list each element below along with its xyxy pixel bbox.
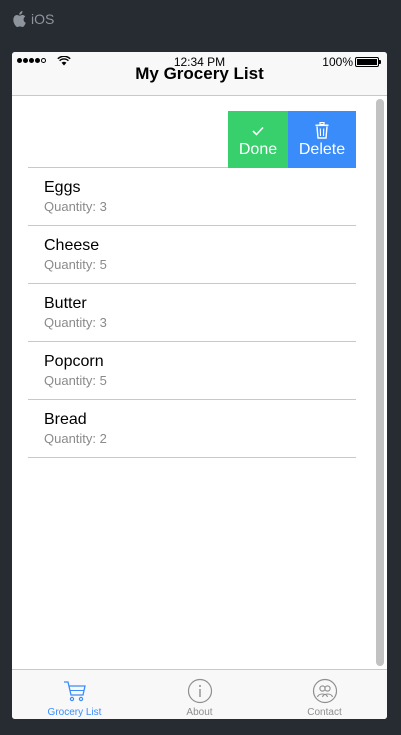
cart-icon [62,678,88,704]
contacts-icon [312,678,338,704]
done-button[interactable]: Done [228,111,288,168]
list-item-bread[interactable]: Bread Quantity: 2 [28,400,356,458]
delete-label: Delete [298,140,346,158]
swiped-row-actions: Done Delete [28,111,356,168]
list-item-cheese[interactable]: Cheese Quantity: 5 [28,226,356,284]
tab-label: Contact [307,707,342,718]
tab-grocery-list[interactable]: Grocery List [12,670,137,719]
item-name: Eggs [44,179,81,196]
scrollbar[interactable] [376,99,384,666]
tab-label: About [186,707,213,718]
item-quantity: Quantity: 3 [44,315,107,330]
grocery-list: Done Delete Eggs Quantity: 3 Cheese Quan… [28,111,356,458]
page-title: My Grocery List [135,64,264,83]
done-label: Done [238,140,278,158]
tab-bar: Grocery List About Contact [12,669,387,719]
item-quantity: Quantity: 5 [44,257,107,272]
navbar: 12:34 PM 100% My Grocery List [12,52,387,96]
item-name: Butter [44,295,87,312]
item-name: Bread [44,411,87,428]
item-name: Cheese [44,237,100,254]
item-quantity: Quantity: 5 [44,373,107,388]
delete-button[interactable]: Delete [288,111,356,168]
trash-icon [315,121,329,141]
item-name: Popcorn [44,353,104,370]
check-icon [252,121,264,141]
info-icon [187,678,213,704]
list-view[interactable]: Done Delete Eggs Quantity: 3 Cheese Quan… [12,96,387,669]
tab-label: Grocery List [47,707,102,718]
platform-label: iOS [12,11,54,27]
tab-about[interactable]: About [137,670,262,719]
list-item-popcorn[interactable]: Popcorn Quantity: 5 [28,342,356,400]
item-quantity: Quantity: 3 [44,199,107,214]
platform-name: iOS [31,11,55,27]
item-quantity: Quantity: 2 [44,431,107,446]
list-item-eggs[interactable]: Eggs Quantity: 3 [28,168,356,226]
phone-frame: 12:34 PM 100% My Grocery List Done Delet… [12,52,387,719]
tab-contact[interactable]: Contact [262,670,387,719]
apple-icon [12,11,26,27]
list-item-butter[interactable]: Butter Quantity: 3 [28,284,356,342]
